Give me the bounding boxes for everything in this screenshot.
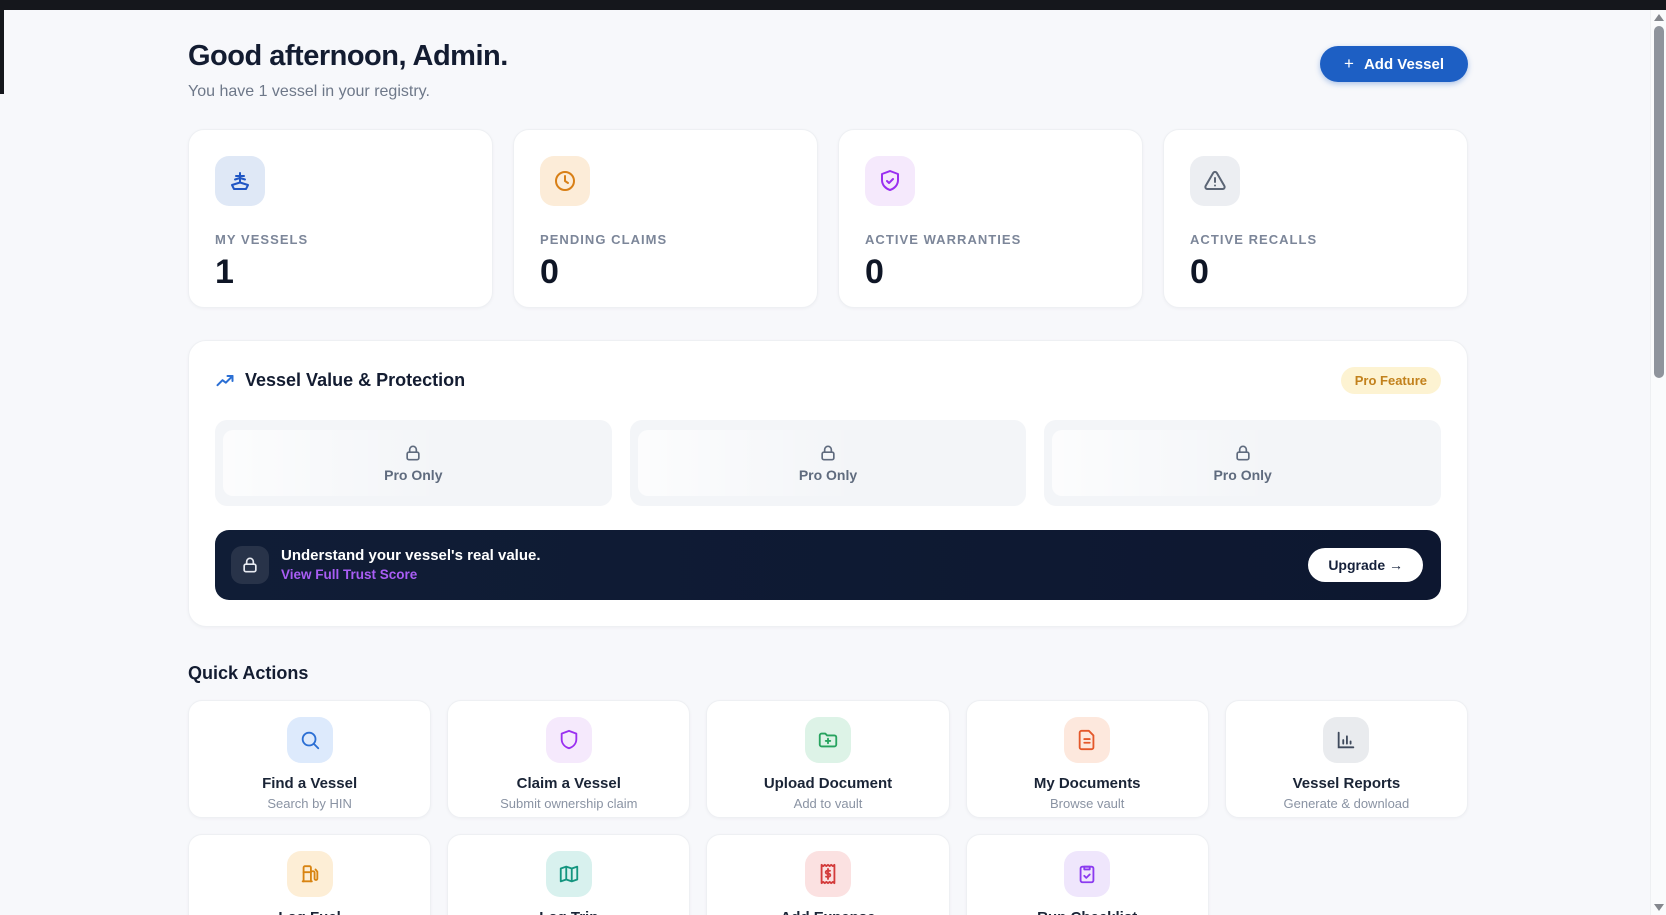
upgrade-button[interactable]: Upgrade → [1308, 548, 1423, 582]
locked-label: Pro Only [798, 467, 858, 483]
quick-actions-grid: Find a Vessel Search by HIN Claim a Vess… [188, 700, 1468, 915]
stat-label: MY VESSELS [215, 232, 309, 247]
action-title: My Documents [1033, 775, 1141, 792]
action-title: Vessel Reports [1292, 775, 1401, 792]
stat-label: PENDING CLAIMS [540, 232, 668, 247]
search-icon [286, 717, 333, 763]
quick-action-run-checklist[interactable]: Run Checklist [965, 834, 1209, 915]
stats-row: MY VESSELS 1 PENDING CLAIMS 0 ACTIVE WAR… [188, 129, 1468, 308]
page-title: Good afternoon, Admin. [188, 40, 508, 72]
receipt-icon [804, 851, 851, 897]
upgrade-banner: Understand your vessel's real value. Vie… [215, 530, 1441, 600]
pro-feature-badge: Pro Feature [1340, 367, 1441, 394]
add-vessel-label: Add Vessel [1363, 55, 1444, 73]
dashboard-content: Good afternoon, Admin. You have 1 vessel… [188, 10, 1468, 915]
stat-card-active-warranties: ACTIVE WARRANTIES 0 [838, 129, 1143, 308]
quick-action-log-trip[interactable]: Log Trip [447, 834, 691, 915]
stat-value: 0 [1190, 253, 1209, 291]
action-subtitle: Add to vault [793, 796, 863, 811]
trending-up-icon [215, 371, 235, 391]
vertical-scrollbar[interactable] [1650, 10, 1666, 915]
action-subtitle: Submit ownership claim [500, 796, 638, 811]
stat-card-my-vessels: MY VESSELS 1 [188, 129, 493, 308]
scroll-up-arrow-icon[interactable] [1654, 14, 1664, 21]
page-subtitle: You have 1 vessel in your registry. [188, 83, 430, 100]
page-header: Good afternoon, Admin. You have 1 vessel… [188, 40, 1468, 101]
folder-plus-icon [804, 717, 851, 763]
fuel-pump-icon [286, 851, 333, 897]
file-text-icon [1064, 717, 1111, 763]
action-subtitle: Generate & download [1283, 796, 1410, 811]
ship-icon [215, 156, 265, 206]
action-title: Run Checklist [1037, 909, 1137, 915]
stat-label: ACTIVE WARRANTIES [865, 232, 1022, 247]
quick-action-add-expense[interactable]: Add Expense [706, 834, 950, 915]
quick-actions-title: Quick Actions [188, 663, 309, 683]
action-title: Log Trip [539, 909, 598, 915]
stat-value: 0 [540, 253, 559, 291]
scroll-down-arrow-icon[interactable] [1654, 904, 1664, 911]
collapsed-sidebar-edge [0, 10, 4, 94]
stat-label: ACTIVE RECALLS [1190, 232, 1318, 247]
locked-label: Pro Only [1213, 467, 1272, 483]
locked-metrics-row: Pro Only Pro Only Pro Only [215, 420, 1441, 506]
bar-chart-icon [1323, 717, 1370, 763]
action-title: Find a Vessel [262, 775, 358, 792]
quick-action-my-documents[interactable]: My Documents Browse vault [965, 700, 1209, 818]
action-subtitle: Browse vault [1049, 796, 1125, 811]
stat-card-active-recalls: ACTIVE RECALLS 0 [1163, 129, 1468, 308]
view-trust-score-link[interactable]: View Full Trust Score [281, 567, 417, 582]
action-title: Log Fuel [278, 909, 341, 915]
map-icon [545, 851, 592, 897]
window-top-bar [0, 0, 1666, 10]
shield-check-icon [865, 156, 915, 206]
quick-action-upload-document[interactable]: Upload Document Add to vault [706, 700, 950, 818]
clock-icon [540, 156, 590, 206]
quick-action-find-vessel[interactable]: Find a Vessel Search by HIN [188, 700, 432, 818]
scrollbar-thumb[interactable] [1654, 26, 1664, 378]
clipboard-check-icon [1064, 851, 1111, 897]
quick-action-vessel-reports[interactable]: Vessel Reports Generate & download [1224, 700, 1468, 818]
lock-icon [1235, 445, 1250, 461]
locked-metric-card: Pro Only [1044, 420, 1441, 506]
plus-icon: + [1344, 54, 1354, 73]
quick-action-log-fuel[interactable]: Log Fuel [188, 834, 432, 915]
action-title: Claim a Vessel [516, 775, 621, 792]
lock-icon [231, 546, 269, 584]
action-subtitle: Search by HIN [267, 796, 352, 811]
add-vessel-button[interactable]: + Add Vessel [1320, 46, 1468, 82]
alert-triangle-icon [1190, 156, 1240, 206]
shield-icon [545, 717, 592, 763]
action-title: Add Expense [780, 909, 875, 915]
vessel-value-section: Vessel Value & Protection Pro Feature Pr… [188, 340, 1468, 627]
locked-metric-card: Pro Only [215, 420, 612, 506]
stat-card-pending-claims: PENDING CLAIMS 0 [513, 129, 818, 308]
lock-icon [406, 445, 420, 461]
lock-icon [821, 445, 835, 461]
action-title: Upload Document [763, 775, 893, 792]
section-title: Vessel Value & Protection [245, 370, 466, 390]
banner-title: Understand your vessel's real value. [281, 546, 541, 564]
stat-value: 0 [865, 253, 884, 291]
locked-label: Pro Only [384, 467, 443, 483]
locked-metric-card: Pro Only [629, 420, 1027, 506]
quick-action-claim-vessel[interactable]: Claim a Vessel Submit ownership claim [447, 700, 691, 818]
stat-value: 1 [215, 253, 234, 291]
